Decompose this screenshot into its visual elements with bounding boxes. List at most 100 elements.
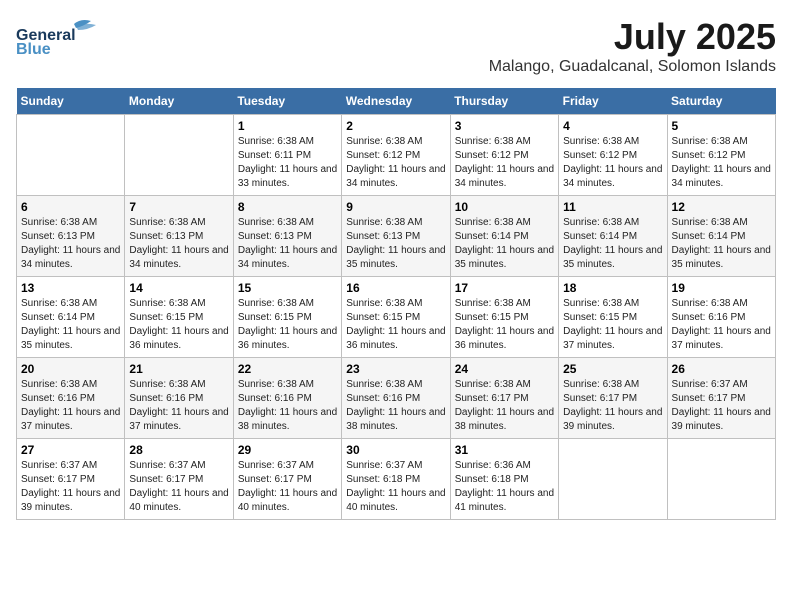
day-info: Sunrise: 6:38 AMSunset: 6:16 PMDaylight:… [238,378,337,434]
day-info: Sunrise: 6:38 AMSunset: 6:13 PMDaylight:… [21,216,120,272]
calendar-cell: 15 Sunrise: 6:38 AMSunset: 6:15 PMDayligh… [233,277,341,358]
calendar-cell: 2Sunrise: 6:38 AMSunset: 6:12 PMDaylight… [342,115,450,196]
day-number: 16 [346,281,445,295]
month-title: July 2025 [489,16,776,58]
calendar-cell [559,439,667,520]
svg-text:Blue: Blue [16,41,51,56]
day-number: 31 [455,443,554,457]
day-info: Sunrise: 6:38 AMSunset: 6:13 PMDaylight:… [238,216,337,272]
calendar-cell: 11 Sunrise: 6:38 AMSunset: 6:14 PMDayligh… [559,196,667,277]
day-number: 20 [21,362,120,376]
day-info: Sunrise: 6:37 AMSunset: 6:17 PMDaylight:… [238,459,337,515]
day-info: Sunrise: 6:38 AMSunset: 6:12 PMDaylight:… [672,135,771,191]
day-info: Sunrise: 6:38 AMSunset: 6:15 PMDaylight:… [563,297,662,353]
day-number: 29 [238,443,337,457]
day-number: 11 [563,200,662,214]
day-info: Sunrise: 6:38 AMSunset: 6:12 PMDaylight:… [563,135,662,191]
day-number: 1 [238,119,337,133]
calendar-cell: 14Sunrise: 6:38 AMSunset: 6:15 PMDayligh… [125,277,233,358]
day-number: 8 [238,200,337,214]
weekday-header: Monday [125,88,233,115]
day-number: 27 [21,443,120,457]
page-header: General Blue July 2025 Malango, Guadalca… [16,16,776,76]
calendar-cell: 9Sunrise: 6:38 AMSunset: 6:13 PMDaylight… [342,196,450,277]
calendar-cell: 28 Sunrise: 6:37 AMSunset: 6:17 PMDayligh… [125,439,233,520]
day-info: Sunrise: 6:37 AMSunset: 6:17 PMDaylight:… [672,378,771,434]
calendar-cell: 18 Sunrise: 6:38 AMSunset: 6:15 PMDayligh… [559,277,667,358]
logo-icon: General Blue [16,16,106,56]
calendar-table: SundayMondayTuesdayWednesdayThursdayFrid… [16,88,776,520]
weekday-header: Wednesday [342,88,450,115]
day-info: Sunrise: 6:38 AMSunset: 6:16 PMDaylight:… [21,378,120,434]
weekday-header: Thursday [450,88,558,115]
day-info: Sunrise: 6:38 AMSunset: 6:15 PMDaylight:… [455,297,554,353]
calendar-cell: 6 Sunrise: 6:38 AMSunset: 6:13 PMDaylight… [17,196,125,277]
logo: General Blue [16,16,106,56]
day-info: Sunrise: 6:38 AMSunset: 6:15 PMDaylight:… [346,297,445,353]
day-number: 15 [238,281,337,295]
day-info: Sunrise: 6:38 AMSunset: 6:16 PMDaylight:… [129,378,228,434]
calendar-cell [667,439,775,520]
day-number: 30 [346,443,445,457]
calendar-cell: 13 Sunrise: 6:38 AMSunset: 6:14 PMDayligh… [17,277,125,358]
calendar-cell [17,115,125,196]
day-info: Sunrise: 6:38 AMSunset: 6:15 PMDaylight:… [129,297,228,353]
calendar-week-row: 13 Sunrise: 6:38 AMSunset: 6:14 PMDayligh… [17,277,776,358]
weekday-header: Saturday [667,88,775,115]
calendar-cell: 21Sunrise: 6:38 AMSunset: 6:16 PMDayligh… [125,358,233,439]
day-info: Sunrise: 6:38 AMSunset: 6:17 PMDaylight:… [563,378,662,434]
calendar-cell: 20 Sunrise: 6:38 AMSunset: 6:16 PMDayligh… [17,358,125,439]
day-number: 26 [672,362,771,376]
calendar-cell: 27Sunrise: 6:37 AMSunset: 6:17 PMDayligh… [17,439,125,520]
calendar-cell: 16 Sunrise: 6:38 AMSunset: 6:15 PMDayligh… [342,277,450,358]
calendar-cell: 10 Sunrise: 6:38 AMSunset: 6:14 PMDayligh… [450,196,558,277]
day-number: 17 [455,281,554,295]
calendar-cell: 4 Sunrise: 6:38 AMSunset: 6:12 PMDaylight… [559,115,667,196]
calendar-cell: 19 Sunrise: 6:38 AMSunset: 6:16 PMDayligh… [667,277,775,358]
day-number: 7 [129,200,228,214]
calendar-cell: 8 Sunrise: 6:38 AMSunset: 6:13 PMDaylight… [233,196,341,277]
day-info: Sunrise: 6:38 AMSunset: 6:14 PMDaylight:… [672,216,771,272]
calendar-cell: 17 Sunrise: 6:38 AMSunset: 6:15 PMDayligh… [450,277,558,358]
day-info: Sunrise: 6:38 AMSunset: 6:15 PMDaylight:… [238,297,337,353]
calendar-cell: 1 Sunrise: 6:38 AMSunset: 6:11 PMDaylight… [233,115,341,196]
weekday-header: Friday [559,88,667,115]
title-block: July 2025 Malango, Guadalcanal, Solomon … [489,16,776,76]
day-info: Sunrise: 6:38 AMSunset: 6:12 PMDaylight:… [455,135,554,191]
day-number: 28 [129,443,228,457]
day-info: Sunrise: 6:38 AMSunset: 6:14 PMDaylight:… [563,216,662,272]
calendar-cell: 26 Sunrise: 6:37 AMSunset: 6:17 PMDayligh… [667,358,775,439]
calendar-week-row: 6 Sunrise: 6:38 AMSunset: 6:13 PMDaylight… [17,196,776,277]
day-number: 23 [346,362,445,376]
day-number: 22 [238,362,337,376]
day-number: 5 [672,119,771,133]
day-info: Sunrise: 6:38 AMSunset: 6:16 PMDaylight:… [672,297,771,353]
day-number: 10 [455,200,554,214]
location-subtitle: Malango, Guadalcanal, Solomon Islands [489,58,776,76]
day-info: Sunrise: 6:37 AMSunset: 6:17 PMDaylight:… [129,459,228,515]
calendar-week-row: 20 Sunrise: 6:38 AMSunset: 6:16 PMDayligh… [17,358,776,439]
day-info: Sunrise: 6:38 AMSunset: 6:13 PMDaylight:… [129,216,228,272]
day-number: 13 [21,281,120,295]
weekday-header: Sunday [17,88,125,115]
day-number: 18 [563,281,662,295]
calendar-cell: 29 Sunrise: 6:37 AMSunset: 6:17 PMDayligh… [233,439,341,520]
calendar-cell: 12 Sunrise: 6:38 AMSunset: 6:14 PMDayligh… [667,196,775,277]
day-number: 6 [21,200,120,214]
day-info: Sunrise: 6:38 AMSunset: 6:12 PMDaylight:… [346,135,445,191]
day-info: Sunrise: 6:38 AMSunset: 6:14 PMDaylight:… [21,297,120,353]
calendar-cell: 22 Sunrise: 6:38 AMSunset: 6:16 PMDayligh… [233,358,341,439]
day-info: Sunrise: 6:38 AMSunset: 6:11 PMDaylight:… [238,135,337,191]
day-number: 19 [672,281,771,295]
day-number: 12 [672,200,771,214]
calendar-week-row: 27 Sunrise: 6:37 AMSunset: 6:17 PMDayligh… [17,439,776,520]
day-number: 3 [455,119,554,133]
calendar-cell: 25 Sunrise: 6:38 AMSunset: 6:17 PMDayligh… [559,358,667,439]
day-number: 25 [563,362,662,376]
calendar-cell [125,115,233,196]
day-number: 4 [563,119,662,133]
day-info: Sunrise: 6:38 AMSunset: 6:17 PMDaylight:… [455,378,554,434]
calendar-cell: 7 Sunrise: 6:38 AMSunset: 6:13 PMDaylight… [125,196,233,277]
calendar-cell: 30Sunrise: 6:37 AMSunset: 6:18 PMDayligh… [342,439,450,520]
day-info: Sunrise: 6:38 AMSunset: 6:14 PMDaylight:… [455,216,554,272]
